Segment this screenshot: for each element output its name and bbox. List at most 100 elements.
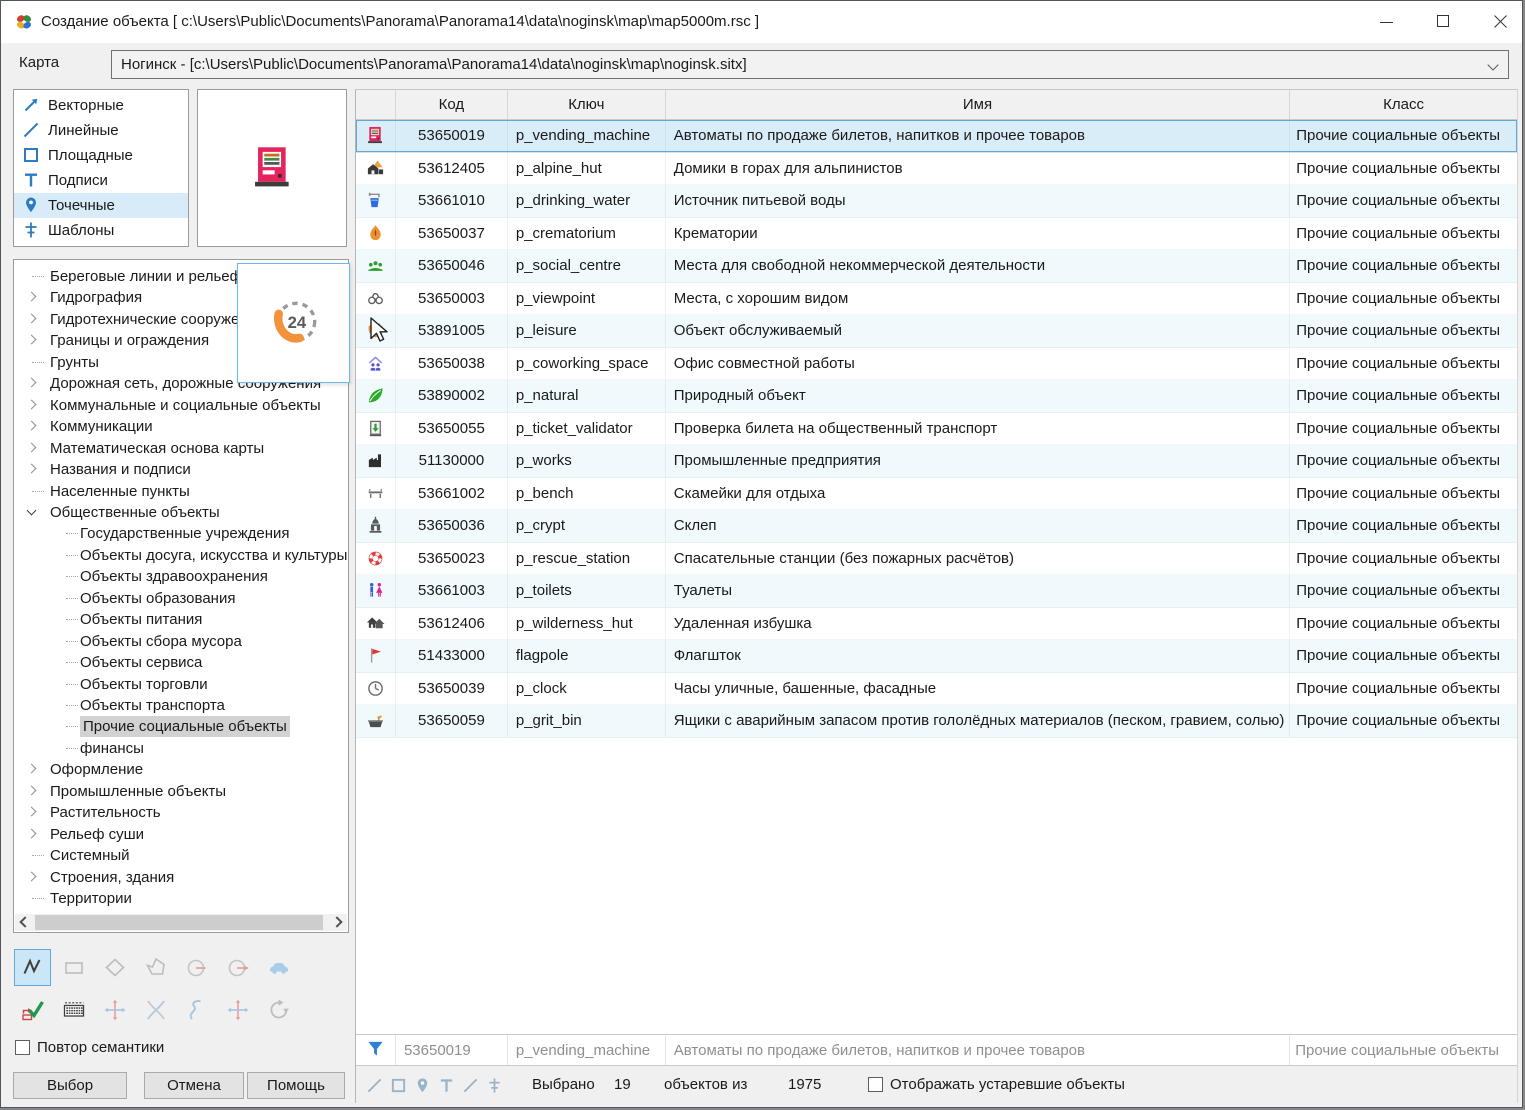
tree-item[interactable]: Объекты сервиса [14,652,348,673]
map-dropdown[interactable]: Ногинск - [c:\Users\Public\Documents\Pan… [111,50,1509,79]
chevron-right-icon[interactable] [27,871,37,881]
type-item-vector[interactable]: Векторные [14,93,188,118]
cell-code: 53890002 [396,380,508,412]
repeat-semantics-checkbox[interactable]: Повтор семантики [15,1039,164,1059]
chevron-right-icon[interactable] [27,292,37,302]
header-key[interactable]: Ключ [508,90,666,119]
table-row[interactable]: 2453891005p_leisureОбъект обслуживаемыйП… [356,315,1517,348]
tool-zigzag[interactable] [14,949,51,986]
tool-diamond-tool[interactable] [96,949,133,986]
table-row[interactable]: 53650059p_grit_binЯщики с аварийным запа… [356,705,1517,738]
tree-item[interactable]: Населенные пункты [14,481,348,502]
scroll-right-icon[interactable] [331,916,342,927]
table-row[interactable]: 53650023p_rescue_stationСпасательные ста… [356,543,1517,576]
table-row[interactable]: 53612406p_wilderness_hutУдаленная избушк… [356,608,1517,641]
table-row[interactable]: 51433000flagpoleФлагштокПрочие социальны… [356,640,1517,673]
scrollbar-thumb[interactable] [35,915,323,930]
chevron-right-icon[interactable] [27,421,37,431]
type-item-template[interactable]: Шаблоны [14,218,188,243]
header-class[interactable]: Класс [1290,90,1517,119]
chevron-right-icon[interactable] [27,785,37,795]
show-obsolete-checkbox[interactable]: Отображать устаревшие объекты [868,1066,1125,1104]
table-row[interactable]: 53650038p_coworking_spaceОфис совместной… [356,348,1517,381]
tree-item[interactable]: Объекты здравоохранения [14,566,348,587]
scroll-left-icon[interactable] [19,916,30,927]
filter-name-field[interactable]: Автоматы по продаже билетов, напитков и … [666,1035,1290,1065]
tool-curves-tool[interactable] [137,991,174,1028]
type-item-area[interactable]: Площадные [14,143,188,168]
tree-item[interactable]: Строения, здания [14,867,348,888]
chevron-right-icon[interactable] [27,399,37,409]
filter-code-field[interactable]: 53650019 [396,1035,508,1065]
help-button[interactable]: Помощь [247,1072,345,1099]
chevron-right-icon[interactable] [27,313,37,323]
tree-item[interactable]: Названия и подписи [14,459,348,480]
filter-key-field[interactable]: p_vending_machine [508,1035,666,1065]
tool-semantics-tool[interactable] [14,991,51,1028]
tree-item[interactable]: Коммуникации [14,416,348,437]
table-row[interactable]: 53650003p_viewpointМеста, с хорошим видо… [356,283,1517,316]
table-row[interactable]: 53650019p_vending_machineАвтоматы по про… [356,120,1517,153]
chevron-right-icon[interactable] [27,828,37,838]
table-row[interactable]: 53650037p_crematoriumКрематорииПрочие со… [356,218,1517,251]
chevron-right-icon[interactable] [27,764,37,774]
tree-item[interactable]: Оформление [14,759,348,780]
chevron-right-icon[interactable] [27,464,37,474]
minimize-button[interactable] [1363,1,1409,42]
tree-item[interactable]: Растительность [14,802,348,823]
tree-item[interactable]: Объекты транспорта [14,695,348,716]
filter-icon-cell[interactable] [356,1035,396,1065]
type-item-text[interactable]: Подписи [14,168,188,193]
tree-item[interactable]: Прочие социальные объекты [14,716,348,737]
tree-item[interactable]: Рельеф суши [14,824,348,845]
tool-polygon-tool[interactable] [137,949,174,986]
table-row[interactable]: 53661010p_drinking_waterИсточник питьево… [356,185,1517,218]
tree-item[interactable]: Промышленные объекты [14,781,348,802]
tree-item[interactable]: Системный [14,845,348,866]
tool-circle-refresh-tool[interactable] [260,991,297,1028]
tool-cross-arrows-tool[interactable] [96,991,133,1028]
table-row[interactable]: 53661003p_toiletsТуалетыПрочие социальны… [356,575,1517,608]
tool-circle-arrow-tool[interactable] [219,949,256,986]
tool-keyboard-tool[interactable] [55,991,92,1028]
tree-item[interactable]: Объекты досуга, искусства и культуры [14,545,348,566]
chevron-right-icon[interactable] [27,442,37,452]
maximize-button[interactable] [1420,1,1466,42]
table-row[interactable]: 53650055p_ticket_validatorПроверка билет… [356,413,1517,446]
tree-horizontal-scrollbar[interactable] [15,914,347,931]
tree-item[interactable]: Объекты торговли [14,674,348,695]
cancel-button[interactable]: Отмена [144,1072,244,1099]
tree-item[interactable]: Территории [14,888,348,909]
type-item-point[interactable]: Точечные [14,193,188,218]
tree-item[interactable]: Объекты образования [14,588,348,609]
tree-item[interactable]: Объекты сбора мусора [14,631,348,652]
table-row[interactable]: 53612405p_alpine_hutДомики в горах для а… [356,153,1517,186]
tree-item[interactable]: Коммунальные и социальные объекты [14,395,348,416]
tree-item[interactable]: Государственные учреждения [14,523,348,544]
chevron-down-icon[interactable] [27,505,37,515]
tool-car-tool[interactable] [260,949,297,986]
header-code[interactable]: Код [396,90,508,119]
tool-rect-tool[interactable] [55,949,92,986]
type-item-line[interactable]: Линейные [14,118,188,143]
table-row[interactable]: 53650046p_social_centreМеста для свободн… [356,250,1517,283]
tree-item[interactable]: Математическая основа карты [14,438,348,459]
chevron-right-icon[interactable] [27,807,37,817]
table-row[interactable]: 51130000p_worksПромышленные предприятияП… [356,445,1517,478]
tool-circle-line-tool[interactable] [178,949,215,986]
tree-item[interactable]: Общественные объекты [14,502,348,523]
chevron-right-icon[interactable] [27,335,37,345]
close-button[interactable] [1477,1,1523,42]
header-name[interactable]: Имя [666,90,1290,119]
tree-item[interactable]: Объекты питания [14,609,348,630]
tool-cross-arrows-tool[interactable] [219,991,256,1028]
table-row[interactable]: 53661002p_benchСкамейки для отдыхаПрочие… [356,478,1517,511]
select-button[interactable]: Выбор [13,1072,127,1099]
chevron-right-icon[interactable] [27,378,37,388]
table-row[interactable]: 53650039p_clockЧасы уличные, башенные, ф… [356,673,1517,706]
filter-class-field[interactable]: Прочие социальные объекты [1290,1035,1517,1065]
tree-item[interactable]: финансы [14,738,348,759]
tool-scurve-tool[interactable] [178,991,215,1028]
table-row[interactable]: 53650036p_cryptСклепПрочие социальные об… [356,510,1517,543]
table-row[interactable]: 53890002p_naturalПриродный объектПрочие … [356,380,1517,413]
